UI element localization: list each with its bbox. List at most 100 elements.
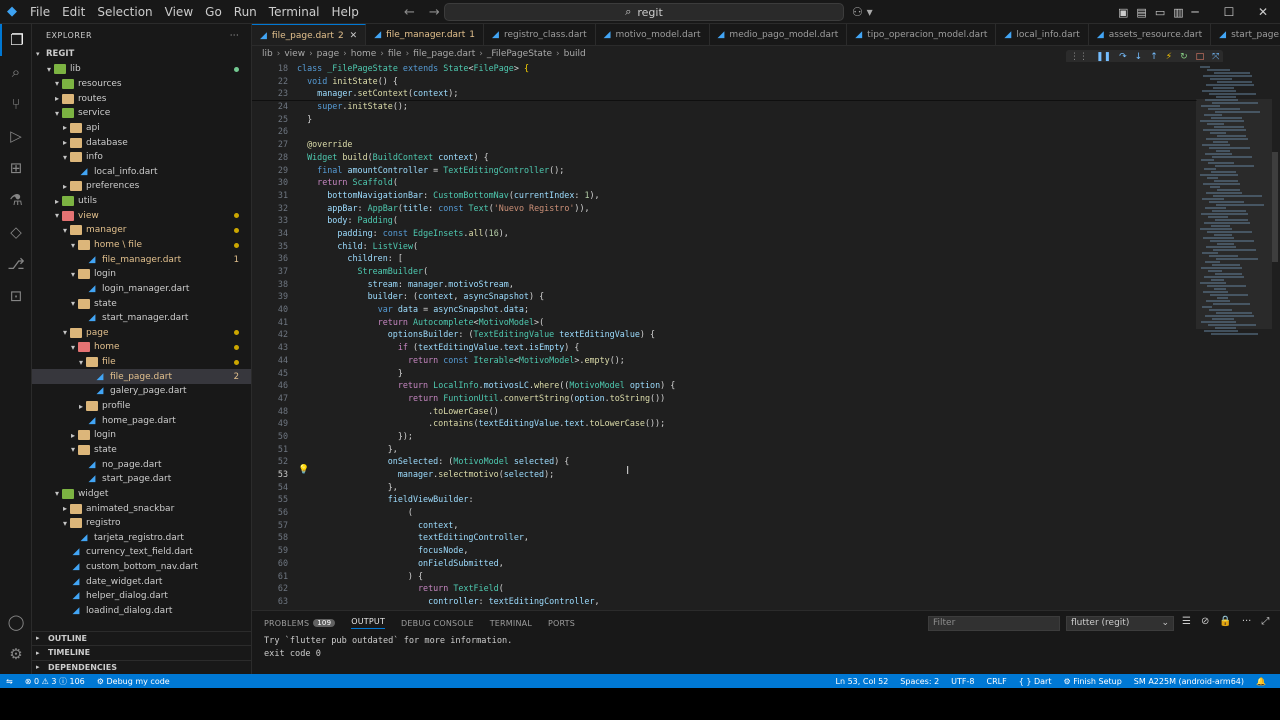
maximize-icon[interactable]: ☐ (1212, 0, 1246, 24)
clear-output-icon[interactable]: ⊘ (1201, 616, 1209, 627)
editor-tab[interactable]: ◢ start_page. (1211, 24, 1280, 45)
editor-tab[interactable]: ◢ assets_resource.dart (1089, 24, 1212, 45)
tree-file[interactable]: ◢ helper_dialog.dart (32, 589, 251, 604)
tree-file[interactable]: ◢ home_page.dart (32, 413, 251, 428)
maximize-panel-icon[interactable]: ⤢ (1261, 616, 1269, 627)
code-line[interactable]: return Autocomplete<MotivoModel>( (297, 316, 1197, 329)
tree-folder[interactable]: ▾ login (32, 267, 251, 282)
step-over-icon[interactable]: ↷ (1119, 52, 1127, 62)
code-line[interactable]: onFieldSubmitted, (297, 557, 1197, 570)
panel-tab[interactable]: PROBLEMS 109 (264, 619, 336, 628)
extensions-icon[interactable]: ⊞ (0, 152, 32, 184)
code-line[interactable]: focusNode, (297, 544, 1197, 557)
customize-layout-icon[interactable]: ▣ (1118, 6, 1128, 19)
sticky-code-line[interactable]: void initState() { (297, 74, 1197, 88)
tree-file[interactable]: ◢ custom_bottom_nav.dart (32, 560, 251, 575)
section-dependencies[interactable]: ▸ DEPENDENCIES (32, 659, 251, 675)
vertical-scrollbar[interactable] (1272, 152, 1278, 262)
devtools-icon[interactable]: ⤧ (1212, 52, 1219, 62)
code-line[interactable]: var data = asyncSnapshot.data; (297, 303, 1197, 316)
breadcrumb-item[interactable]: _FilePageState (487, 49, 552, 59)
tree-folder[interactable]: ▸ database (32, 135, 251, 150)
restart-icon[interactable]: ↻ (1180, 52, 1188, 62)
explorer-icon[interactable]: ❐ (0, 24, 32, 56)
menu-terminal[interactable]: Terminal (263, 0, 326, 24)
code-line[interactable]: return LocalInfo.motivosLC.where((Motivo… (297, 379, 1197, 392)
breadcrumb-item[interactable]: file_page.dart (413, 49, 475, 59)
code-line[interactable]: Widget build(BuildContext context) { (297, 151, 1197, 164)
code-line[interactable]: onSelected: (MotivoModel selected) { (297, 455, 1197, 468)
code-line[interactable]: return const Iterable<MotivoModel>.empty… (297, 354, 1197, 367)
panel-tab[interactable]: OUTPUT (351, 617, 386, 629)
flutter-icon[interactable]: ◇ (0, 216, 32, 248)
notifications-icon[interactable]: 🔔 (1256, 677, 1266, 686)
tree-file[interactable]: ◢ tarjeta_registro.dart (32, 531, 251, 546)
tree-folder[interactable]: ▾ registro (32, 516, 251, 531)
close-window-icon[interactable]: ✕ (1246, 0, 1280, 24)
back-arrow-icon[interactable]: ← (404, 5, 415, 20)
step-out-icon[interactable]: ↑ (1150, 52, 1158, 62)
encoding[interactable]: UTF-8 (951, 677, 974, 686)
code-editor[interactable]: 18 22 23 24 25 26 27 28 29 30 31 32 33 34 35 36 37 38 39 40… (252, 62, 1280, 610)
code-line[interactable]: textEditingController, (297, 531, 1197, 544)
toggle-sidebar-icon[interactable]: ▤ (1136, 6, 1146, 19)
code-line[interactable]: fieldViewBuilder: (297, 493, 1197, 506)
output-channel-select[interactable]: flutter (regit) ⌄ (1066, 616, 1174, 631)
tree-folder[interactable]: ▾ resources (32, 77, 251, 92)
copilot-icon[interactable]: ⚇ ▾ (852, 0, 873, 24)
tree-folder[interactable]: ▾ home (32, 340, 251, 355)
tree-folder[interactable]: ▾ manager (32, 223, 251, 238)
search-view-icon[interactable]: ⌕ (0, 56, 32, 88)
code-line[interactable]: manager.setContext(context); (297, 87, 1197, 100)
tree-file[interactable]: ◢ no_page.dart (32, 457, 251, 472)
menu-selection[interactable]: Selection (91, 0, 158, 24)
remote-explorer-icon[interactable]: ⊡ (0, 280, 32, 312)
section-outline[interactable]: ▸ OUTLINE (32, 630, 251, 646)
tree-file[interactable]: ◢ loadind_dialog.dart (32, 604, 251, 619)
breadcrumb-item[interactable]: home (351, 49, 377, 59)
code-line[interactable]: }); (297, 430, 1197, 443)
close-tab-icon[interactable]: ✕ (350, 31, 358, 41)
output-filter-input[interactable]: Filter (928, 616, 1060, 631)
source-control-icon[interactable]: ⑂ (0, 88, 32, 120)
code-line[interactable]: padding: const EdgeInsets.all(16), (297, 227, 1197, 240)
stop-icon[interactable]: □ (1196, 52, 1205, 62)
testing-icon[interactable]: ⚗ (0, 184, 32, 216)
tree-file[interactable]: ◢ login_manager.dart (32, 282, 251, 297)
code-line[interactable]: manager.selectmotivo(selected); (297, 468, 1197, 481)
settings-gear-icon[interactable]: ⚙ (0, 638, 32, 670)
account-icon[interactable]: ◯ (0, 606, 32, 638)
editor-tab[interactable]: ◢ file_manager.dart 1 (366, 24, 485, 45)
panel-tab[interactable]: PORTS (548, 619, 575, 628)
tree-folder[interactable]: ▾ service (32, 106, 251, 121)
tree-file[interactable]: ◢ galery_page.dart (32, 384, 251, 399)
finish-setup[interactable]: ⚙ Finish Setup (1063, 677, 1121, 686)
code-line[interactable]: bottomNavigationBar: CustomBottomNav(cur… (297, 189, 1197, 202)
section-timeline[interactable]: ▸ TIMELINE (32, 645, 251, 660)
code-line[interactable]: body: Padding( (297, 214, 1197, 227)
tree-folder[interactable]: ▸ utils (32, 194, 251, 209)
code-line[interactable]: } (297, 367, 1197, 380)
menu-view[interactable]: View (159, 0, 199, 24)
tree-file[interactable]: ◢ currency_text_field.dart (32, 545, 251, 560)
menu-edit[interactable]: Edit (56, 0, 91, 24)
code-line[interactable]: ) { (297, 570, 1197, 583)
code-line[interactable]: stream: manager.motivoStream, (297, 278, 1197, 291)
tree-folder[interactable]: ▾ widget (32, 487, 251, 502)
minimize-icon[interactable]: ─ (1178, 0, 1212, 24)
editor-tab[interactable]: ◢ file_page.dart 2 ✕ (252, 24, 367, 45)
command-center[interactable]: ⌕ regit (444, 3, 844, 21)
tree-folder[interactable]: ▸ api (32, 121, 251, 136)
tree-folder[interactable]: ▾ view (32, 208, 251, 223)
tree-folder[interactable]: ▸ profile (32, 399, 251, 414)
breadcrumb-item[interactable]: build (564, 49, 586, 59)
language-mode[interactable]: { } Dart (1019, 677, 1052, 686)
problems-status[interactable]: ⊗ 0 ⚠ 3 ⓘ 106 (25, 676, 85, 687)
list-icon[interactable]: ☰ (1182, 616, 1191, 627)
code-line[interactable]: return Scaffold( (297, 176, 1197, 189)
menu-file[interactable]: File (24, 0, 56, 24)
menu-run[interactable]: Run (228, 0, 263, 24)
tree-folder[interactable]: ▾ state (32, 296, 251, 311)
code-line[interactable]: ( (297, 506, 1197, 519)
editor-tab[interactable]: ◢ registro_class.dart (484, 24, 596, 45)
